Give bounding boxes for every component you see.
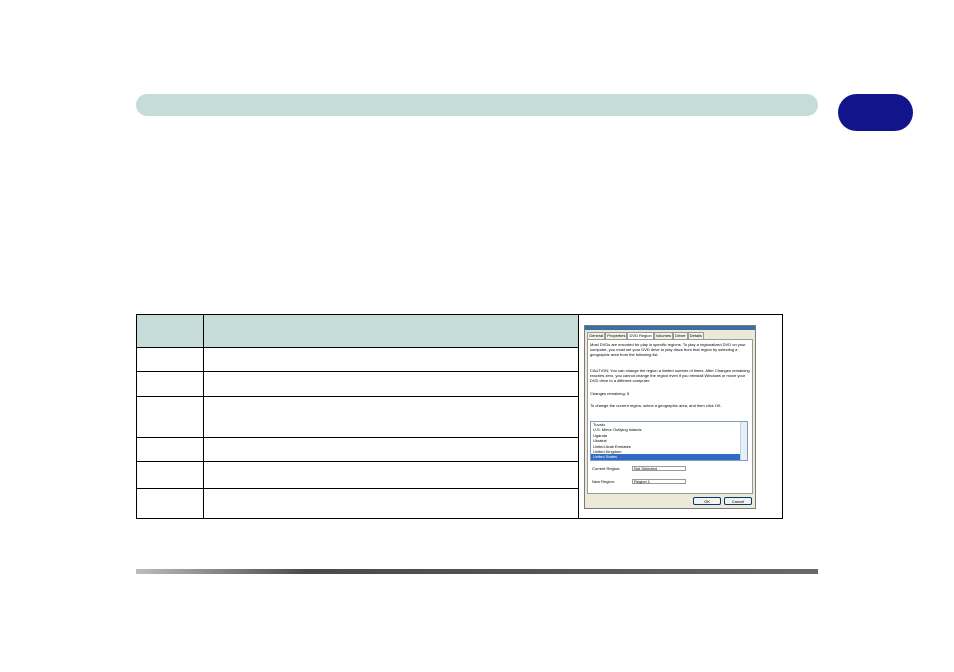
dialog-tabs: General Properties DVD Region Volumes Dr… <box>587 332 753 339</box>
dialog-titlebar <box>585 326 755 330</box>
list-scrollbar[interactable] <box>740 422 747 460</box>
instruction-text: To change the current region, select a g… <box>590 403 722 408</box>
table-body <box>137 347 578 518</box>
dvd-region-panel: Most DVDs are encoded for play in specif… <box>587 339 753 494</box>
tab-dvd-region[interactable]: DVD Region <box>627 332 654 339</box>
table-row <box>137 437 578 461</box>
table-header-cell <box>204 315 578 347</box>
table-row <box>137 347 578 371</box>
caution-text: CAUTION: You can change the region a lim… <box>590 368 750 383</box>
chapter-tab <box>838 94 913 131</box>
table-header-cell <box>137 315 204 347</box>
table-row <box>137 461 578 488</box>
intro-text: Most DVDs are encoded for play in specif… <box>590 342 746 357</box>
column-divider <box>578 315 579 518</box>
list-item-selected[interactable]: United States <box>591 454 747 460</box>
new-region-label: New Region: <box>592 479 615 484</box>
table-row <box>137 371 578 396</box>
footer-rule <box>136 569 818 574</box>
current-region-value: Not Selected <box>632 466 686 471</box>
changes-remaining: Changes remaining: 5 <box>590 391 630 396</box>
dvd-region-dialog: General Properties DVD Region Volumes Dr… <box>584 325 756 509</box>
tab-general[interactable]: General <box>587 332 606 339</box>
tab-properties[interactable]: Properties <box>605 332 628 339</box>
tab-details[interactable]: Details <box>687 332 704 339</box>
cancel-button[interactable]: Cancel <box>724 497 752 505</box>
tab-driver[interactable]: Driver <box>673 332 688 339</box>
ok-button[interactable]: OK <box>693 497 721 505</box>
table-row <box>137 396 578 437</box>
region-list[interactable]: Tuvalu U.S. Minor Outlying Islands Ugand… <box>590 421 748 461</box>
current-region-label: Current Region: <box>592 466 621 471</box>
new-region-value: Region 1 <box>632 479 686 484</box>
tab-volumes[interactable]: Volumes <box>653 332 674 339</box>
table-row <box>137 488 578 518</box>
header-bar <box>136 94 818 116</box>
